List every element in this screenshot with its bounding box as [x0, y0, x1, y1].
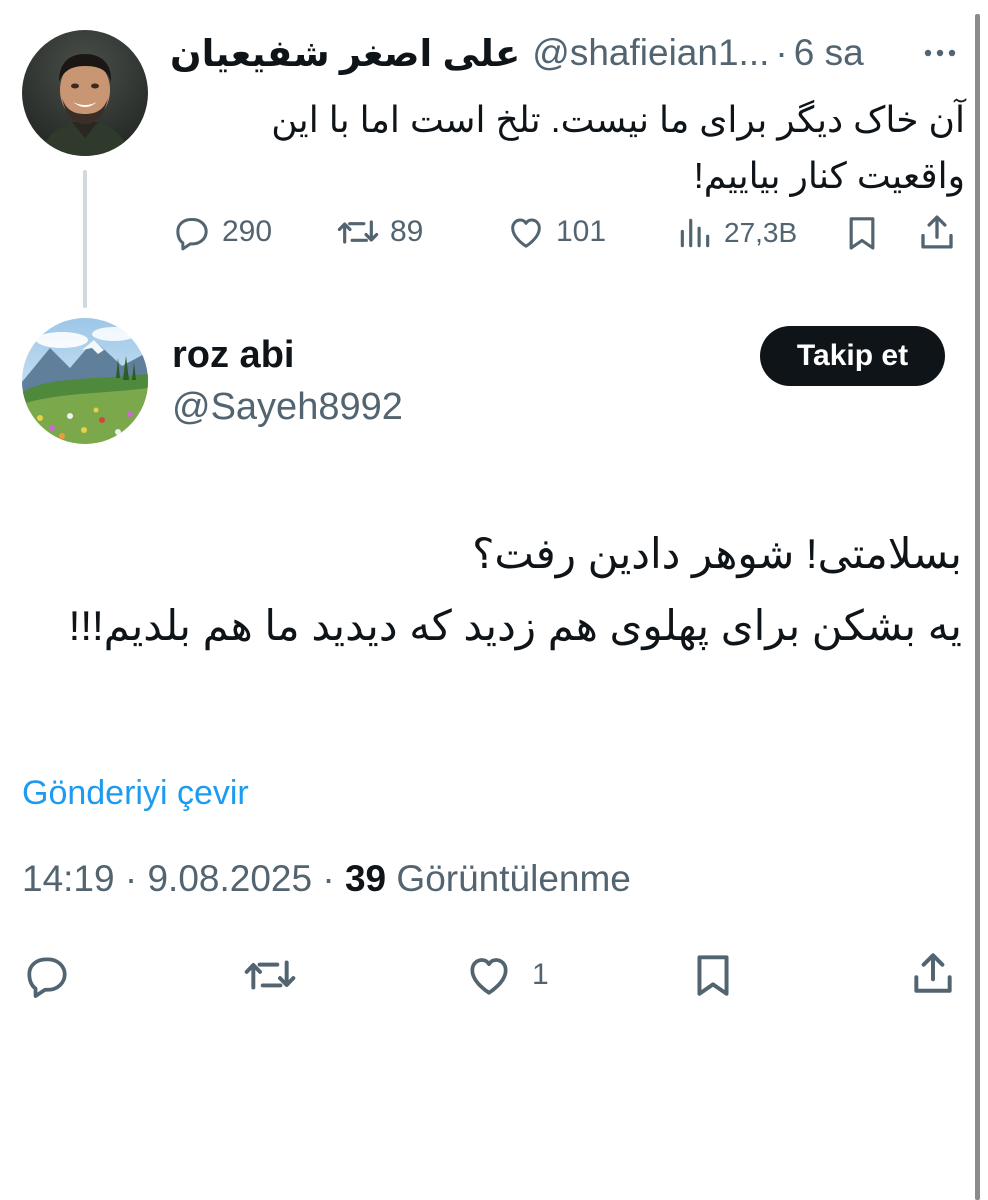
repost-icon: [336, 212, 380, 252]
parent-meta-separator: ·: [775, 32, 788, 73]
parent-reply-button[interactable]: 290: [172, 212, 272, 252]
reply-author-avatar[interactable]: [22, 318, 148, 444]
bookmark-icon: [842, 212, 882, 254]
parent-tweet-header: علی اصغر شفیعیان @shafieian1... · 6 sa: [170, 28, 864, 78]
more-icon[interactable]: [915, 38, 965, 68]
parent-views-count: 27,3B: [724, 217, 798, 248]
reply-meta-line: 14:19 · 9.08.2025 · 39 Görüntülenme: [22, 858, 631, 900]
meta-separator: ·: [322, 858, 335, 899]
reply-icon: [172, 212, 212, 252]
bookmark-icon: [688, 948, 738, 1002]
reply-author-name[interactable]: roz abi: [172, 334, 294, 377]
reply-like-count: 1: [532, 958, 549, 991]
reply-bookmark-button[interactable]: [688, 948, 738, 1002]
share-icon: [908, 946, 958, 1000]
meta-separator: ·: [124, 858, 138, 899]
parent-bookmark-button[interactable]: [842, 212, 882, 254]
parent-author-avatar[interactable]: [22, 30, 148, 156]
parent-repost-button[interactable]: 89: [336, 212, 423, 252]
parent-views-button[interactable]: 27,3B: [676, 214, 797, 252]
reply-time[interactable]: 14:19: [22, 858, 115, 899]
translate-post-link[interactable]: Gönderiyi çevir: [22, 774, 249, 813]
scrollbar[interactable]: [975, 14, 980, 1200]
analytics-icon: [676, 214, 714, 252]
reply-text-line: یه بشکن برای پهلوی هم زدید که دیدید ما ه…: [68, 602, 962, 649]
reply-author-handle[interactable]: @Sayeh8992: [172, 386, 403, 429]
tweet-detail-page: علی اصغر شفیعیان @shafieian1... · 6 sa آ…: [0, 0, 988, 1200]
follow-button[interactable]: Takip et: [760, 326, 945, 386]
parent-tweet-text: آن خاک دیگر برای ما نیست. تلخ است اما با…: [271, 99, 965, 196]
reply-share-button[interactable]: [908, 946, 958, 1000]
reply-date[interactable]: 9.08.2025: [147, 858, 312, 899]
heart-icon: [464, 950, 514, 1000]
share-icon: [916, 210, 958, 254]
reply-reply-button[interactable]: [22, 950, 72, 1000]
parent-share-button[interactable]: [916, 210, 958, 254]
reply-text-line: بسلامتی! شوهر دادین رفت؟: [472, 530, 962, 577]
parent-reply-count: 290: [222, 215, 273, 248]
repost-icon: [242, 950, 298, 1000]
reply-repost-button[interactable]: [242, 950, 298, 1000]
reply-like-button[interactable]: 1: [464, 950, 549, 1000]
parent-author-name[interactable]: علی اصغر شفیعیان: [170, 32, 520, 75]
parent-author-handle[interactable]: @shafieian1...: [532, 32, 769, 74]
reply-icon: [22, 950, 72, 1000]
reply-views-label: Görüntülenme: [396, 858, 631, 899]
parent-like-button[interactable]: 101: [506, 212, 606, 252]
reply-tweet-text: بسلامتی! شوهر دادین رفت؟ یه بشکن برای په…: [22, 518, 962, 662]
heart-icon: [506, 212, 546, 252]
parent-tweet-actions: 290 89 101 27,3B: [0, 208, 988, 258]
parent-repost-count: 89: [390, 215, 424, 248]
parent-like-count: 101: [556, 215, 607, 248]
parent-tweet-time[interactable]: 6 sa: [794, 32, 864, 74]
reply-views-count: 39: [344, 858, 387, 899]
reply-tweet-actions: 1: [0, 946, 988, 1002]
